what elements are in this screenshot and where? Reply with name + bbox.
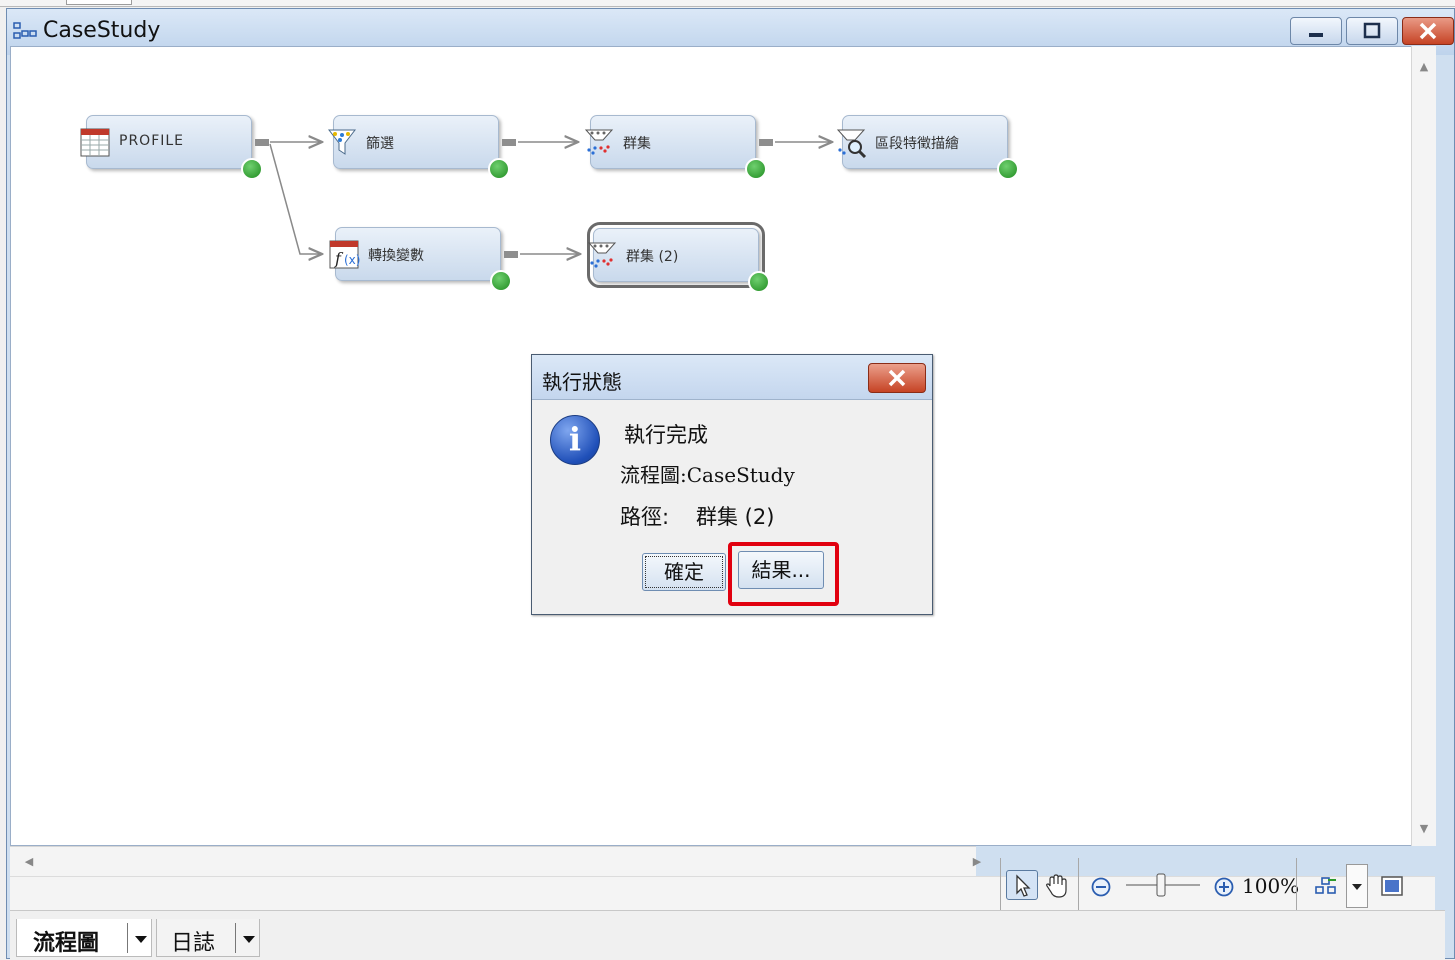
zoom-out-icon[interactable] [1090,876,1112,898]
node-cluster-2[interactable]: 群集 (2) [587,222,770,293]
fit-to-window-icon[interactable] [1380,874,1404,898]
scroll-right-icon[interactable]: ▶ [970,855,984,869]
dialog-path-label: 路徑: [620,505,670,529]
completed-check-icon [748,271,770,293]
output-port[interactable] [759,139,773,146]
pan-hand-icon[interactable] [1042,872,1072,900]
horizontal-scrollbar[interactable]: ◀ ▶ [10,846,981,877]
zoom-slider[interactable] [1124,870,1202,900]
close-icon [888,369,906,387]
scroll-down-icon[interactable]: ▼ [1417,822,1431,836]
node-label: 群集 [623,136,651,152]
scroll-up-icon[interactable]: ▲ [1417,60,1431,74]
tab-dropdown-icon[interactable] [127,923,152,953]
node-filter[interactable]: 篩選 [327,115,516,180]
tab-label: 流程圖 [33,931,100,956]
node-label: PROFILE [119,133,185,149]
filter-icon [327,129,357,155]
results-highlight-box [728,542,839,606]
output-port[interactable] [255,139,269,146]
completed-check-icon [488,158,510,180]
node-label: 篩選 [366,136,394,152]
output-port[interactable] [504,251,518,258]
zoom-level: 100% [1242,874,1300,898]
completed-check-icon [997,158,1019,180]
scroll-left-icon[interactable]: ◀ [22,855,36,869]
info-icon: i [550,415,600,465]
node-label: 群集 (2) [626,249,679,265]
output-port[interactable] [502,139,516,146]
bottom-tab-bar: 流程圖 日誌 [10,910,1445,960]
dialog-title: 執行狀態 [542,370,622,394]
chevron-down-icon [1352,884,1362,890]
tab-label: 日誌 [171,931,216,956]
node-label: 區段特徵描繪 [875,136,959,152]
select-pointer-icon [1016,874,1031,897]
transform-variables-icon: f (x) [329,240,360,269]
completed-check-icon [745,158,767,180]
node-segment-profile[interactable]: 區段特徵描繪 [836,115,1019,180]
maximize-icon [1363,22,1381,39]
vertical-scrollbar[interactable]: ▲ ▼ [1411,46,1436,846]
node-profile[interactable]: PROFILE [80,115,269,180]
dialog-message: 執行完成 [624,423,708,447]
close-icon [1419,22,1437,40]
node-label: 轉換變數 [368,248,424,264]
maximize-button[interactable] [1346,17,1398,45]
completed-check-icon [241,158,263,180]
completed-check-icon [490,270,512,292]
close-button[interactable] [1402,17,1454,45]
tab-log[interactable]: 日誌 [156,919,260,957]
minimize-button[interactable] [1290,17,1342,45]
tab-dropdown-icon[interactable] [235,923,260,953]
dialog-path-value: 群集 (2) [696,505,775,529]
dialog-diagram-line: 流程圖:CaseStudy [620,463,795,487]
node-cluster[interactable]: 群集 [584,115,773,180]
tab-diagram[interactable]: 流程圖 [16,919,152,957]
data-source-icon [80,128,110,157]
svg-text:(x): (x) [344,253,360,267]
ok-button[interactable]: 確定 [642,553,726,591]
tab-stub[interactable] [66,0,132,5]
minimize-icon [1309,33,1323,37]
diagram-icon [13,22,37,39]
zoom-in-icon[interactable] [1213,876,1235,898]
window-title: CaseStudy [43,18,161,43]
select-tool-button[interactable] [1006,870,1038,900]
cluster-icon [587,242,617,268]
dialog-titlebar[interactable]: 執行狀態 [532,355,932,400]
window-controls [1286,17,1454,45]
auto-layout-icon[interactable] [1314,874,1338,898]
layout-dropdown-button[interactable] [1346,864,1368,908]
segment-profile-icon [836,129,867,158]
top-strip [0,0,1455,7]
node-transform[interactable]: f (x) 轉換變數 [329,227,518,292]
dialog-close-button[interactable] [868,363,926,393]
cluster-icon [584,129,614,155]
diagram-toolbar: 100% [1000,858,1430,914]
